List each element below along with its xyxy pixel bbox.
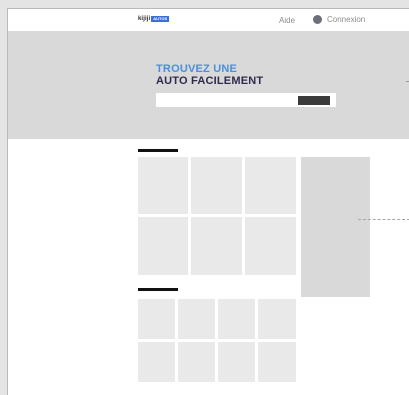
kijiji-autos-logo[interactable]: kijiji AUTOS xyxy=(138,16,170,22)
user-avatar-icon xyxy=(313,15,322,24)
ad-side-panel xyxy=(301,157,370,297)
grid-tile[interactable] xyxy=(178,299,215,339)
help-link[interactable]: Aide xyxy=(279,16,295,25)
grid-tile[interactable] xyxy=(178,342,215,382)
hero-title-line-2: AUTO FACILEMENT xyxy=(156,75,264,87)
grid-tile[interactable] xyxy=(258,299,296,339)
top-navigation-bar: kijiji AUTOS Aide Connexion xyxy=(8,9,409,31)
grid-tile[interactable] xyxy=(258,342,296,382)
grid-tile[interactable] xyxy=(218,342,255,382)
login-link[interactable]: Connexion xyxy=(313,15,365,24)
logo-badge: AUTOS xyxy=(151,16,170,22)
hero-title-line-1: TROUVEZ UNE xyxy=(156,63,238,75)
page-frame: kijiji AUTOS Aide Connexion TROUVEZ UNE … xyxy=(7,8,409,395)
section-heading-bar-1 xyxy=(138,149,178,152)
search-input[interactable] xyxy=(156,93,295,107)
hero-banner: TROUVEZ UNE AUTO FACILEMENT xyxy=(8,31,409,139)
grid-tile[interactable] xyxy=(191,217,242,275)
grid-tile[interactable] xyxy=(138,157,188,214)
grid-tile[interactable] xyxy=(245,217,296,275)
grid-tile[interactable] xyxy=(218,299,255,339)
section-heading-bar-2 xyxy=(138,288,178,291)
search-bar xyxy=(156,93,336,107)
dashed-guide-line xyxy=(358,219,409,220)
grid-tile[interactable] xyxy=(138,342,175,382)
grid-tile[interactable] xyxy=(245,157,296,214)
search-button[interactable] xyxy=(298,96,330,105)
logo-wordmark: kijiji xyxy=(138,16,151,22)
grid-tile[interactable] xyxy=(138,217,188,275)
grid-tile[interactable] xyxy=(191,157,242,214)
grid-tile[interactable] xyxy=(138,299,175,339)
login-label: Connexion xyxy=(327,15,366,24)
